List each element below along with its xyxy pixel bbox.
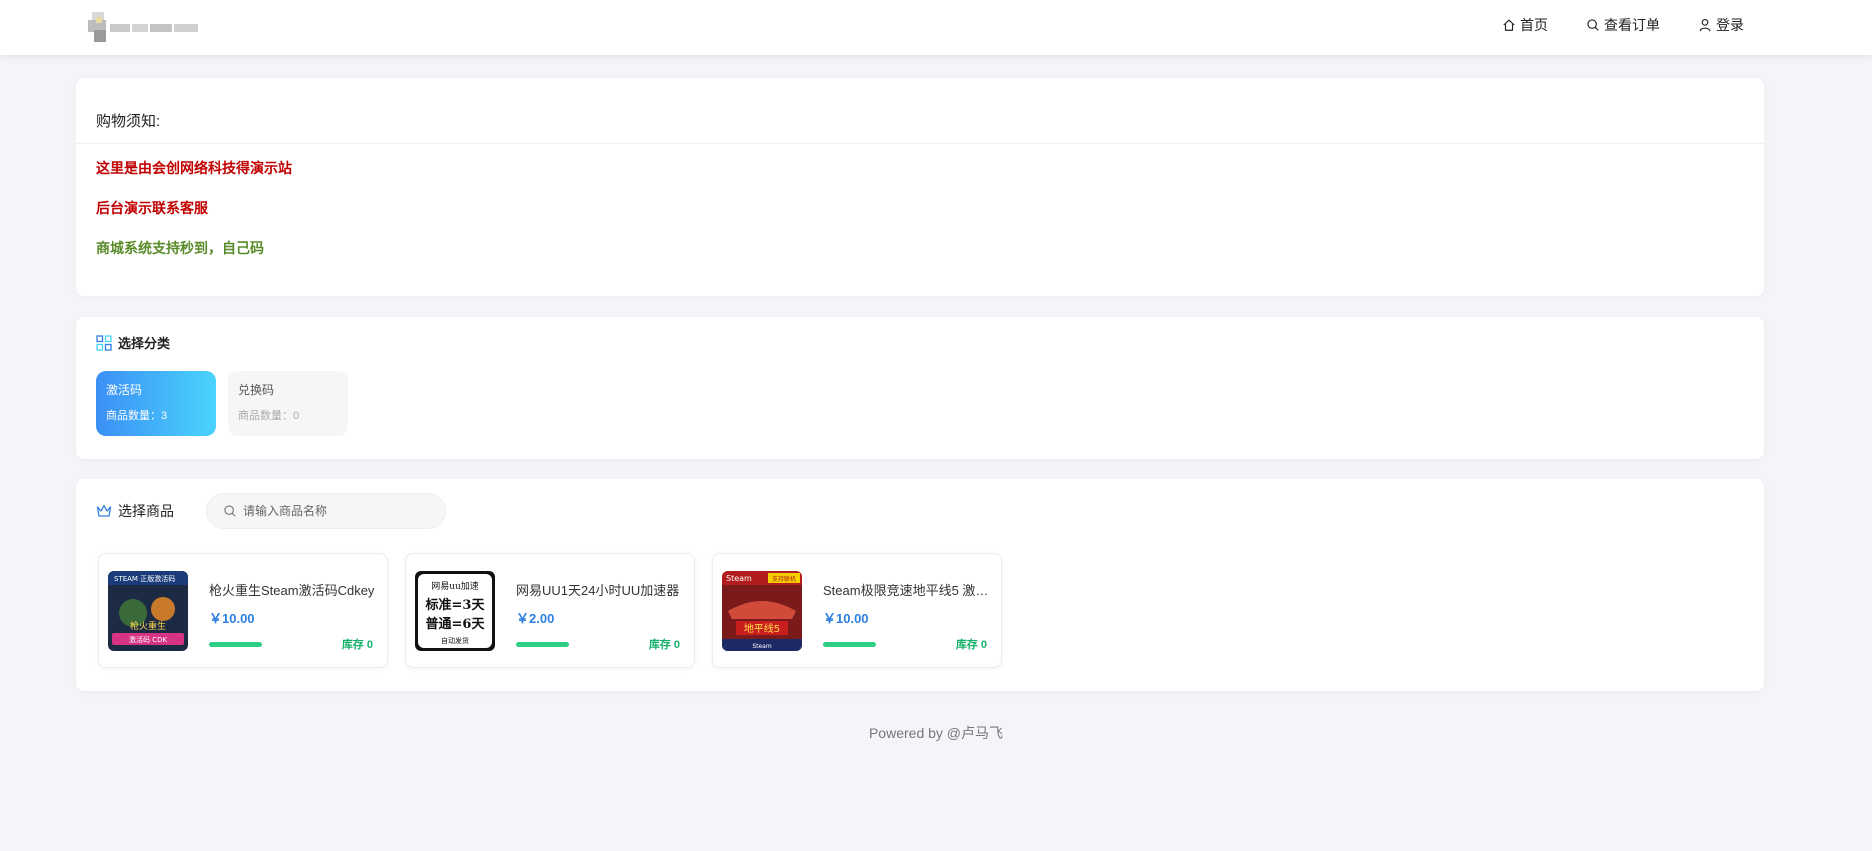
thumb-text: 自动发货 bbox=[441, 636, 469, 645]
nav-orders[interactable]: 查看订单 bbox=[1586, 15, 1660, 35]
nav-orders-label: 查看订单 bbox=[1604, 17, 1660, 33]
home-icon bbox=[1503, 19, 1515, 31]
notice-line-2: 后台演示联系客服 bbox=[96, 200, 208, 216]
product-image-3: Steam 支持联机 地平线5 Steam bbox=[722, 571, 802, 651]
category-activation-code[interactable]: 激活码 商品数量：3 bbox=[96, 371, 216, 436]
product-stock: 库存 0 bbox=[955, 639, 987, 651]
site-logo[interactable] bbox=[88, 12, 202, 44]
product-price: ￥10.00 bbox=[209, 611, 255, 626]
search-icon bbox=[1587, 19, 1599, 31]
thumb-text: 地平线5 bbox=[744, 622, 780, 635]
category-section-title: 选择分类 bbox=[96, 333, 170, 352]
category-name: 激活码 bbox=[106, 383, 143, 397]
goods-card: 选择商品 STEAM 正版激活码 枪火重生 激活码 CDK 枪火重生Steam激… bbox=[76, 479, 1764, 691]
product-name: Steam极限竞速地平线5 激活码 bbox=[823, 583, 991, 598]
thumb-text: Steam bbox=[726, 574, 752, 583]
product-price: ￥10.00 bbox=[823, 611, 869, 626]
thumb-text: 网易uu加速 bbox=[431, 581, 479, 592]
product-thumbnail-graphic: STEAM 正版激活码 枪火重生 激活码 CDK bbox=[108, 571, 188, 651]
goods-section-title: 选择商品 bbox=[96, 501, 174, 521]
grid-icon bbox=[96, 334, 112, 351]
product-stock: 库存 0 bbox=[648, 639, 680, 651]
product-name: 网易UU1天24小时UU加速器 bbox=[516, 583, 680, 598]
search-icon bbox=[224, 505, 236, 517]
product-card-2[interactable]: 网易uu加速 标准=3天 普通=6天 自动发货 网易UU1天24小时UU加速器 … bbox=[405, 553, 695, 668]
thumb-text: 标准=3天 bbox=[425, 597, 486, 613]
crown-icon bbox=[96, 504, 112, 517]
product-thumbnail-graphic: Steam 支持联机 地平线5 Steam bbox=[722, 571, 802, 651]
category-count: 商品数量：0 bbox=[238, 410, 300, 422]
notice-line-3: 商城系统支持秒到，自己码 bbox=[96, 240, 264, 256]
product-image-2: 网易uu加速 标准=3天 普通=6天 自动发货 bbox=[415, 571, 495, 651]
top-header: 首页 查看订单 登录 bbox=[0, 0, 1872, 55]
thumb-text: 枪火重生 bbox=[130, 620, 166, 632]
thumb-text: 支持联机 bbox=[772, 575, 796, 583]
user-icon bbox=[1699, 19, 1711, 32]
shopping-notice-card: 购物须知: 这里是由会创网络科技得演示站 后台演示联系客服 商城系统支持秒到，自… bbox=[76, 78, 1764, 296]
stock-bar bbox=[516, 642, 569, 647]
nav-home[interactable]: 首页 bbox=[1502, 15, 1548, 35]
product-card-1[interactable]: STEAM 正版激活码 枪火重生 激活码 CDK 枪火重生Steam激活码Cdk… bbox=[98, 553, 388, 668]
thumb-text: Steam bbox=[752, 643, 772, 650]
goods-title-label: 选择商品 bbox=[118, 503, 174, 519]
product-card-3[interactable]: Steam 支持联机 地平线5 Steam Steam极限竞速地平线5 激活码 … bbox=[712, 553, 1002, 668]
category-redeem-code[interactable]: 兑换码 商品数量：0 bbox=[228, 371, 348, 436]
stock-bar bbox=[209, 642, 262, 647]
product-price: ￥2.00 bbox=[516, 611, 555, 626]
product-name: 枪火重生Steam激活码Cdkey bbox=[209, 583, 375, 598]
category-name: 兑换码 bbox=[238, 383, 275, 397]
thumb-text: STEAM 正版激活码 bbox=[114, 574, 175, 583]
category-count: 商品数量：3 bbox=[106, 410, 168, 422]
product-thumbnail-graphic: 网易uu加速 标准=3天 普通=6天 自动发货 bbox=[415, 571, 495, 651]
nav-login-label: 登录 bbox=[1716, 17, 1744, 33]
top-nav: 首页 查看订单 登录 bbox=[1502, 0, 1744, 50]
nav-login[interactable]: 登录 bbox=[1698, 15, 1744, 35]
product-image-1: STEAM 正版激活码 枪火重生 激活码 CDK bbox=[108, 571, 188, 651]
thumb-text: 激活码 CDK bbox=[129, 635, 168, 644]
notice-divider bbox=[76, 143, 1764, 144]
product-stock: 库存 0 bbox=[341, 639, 373, 651]
notice-title: 购物须知: bbox=[96, 113, 161, 130]
footer-powered-by: Powered by @卢马飞 bbox=[868, 725, 1004, 741]
category-title-label: 选择分类 bbox=[118, 336, 171, 351]
nav-home-label: 首页 bbox=[1520, 17, 1548, 33]
category-card: 选择分类 激活码 商品数量：3 兑换码 商品数量：0 bbox=[76, 317, 1764, 459]
stock-bar bbox=[823, 642, 876, 647]
product-search-box[interactable] bbox=[206, 493, 446, 529]
thumb-text: 普通=6天 bbox=[426, 616, 486, 632]
product-search-input[interactable] bbox=[243, 504, 433, 518]
notice-line-1: 这里是由会创网络科技得演示站 bbox=[96, 160, 292, 176]
